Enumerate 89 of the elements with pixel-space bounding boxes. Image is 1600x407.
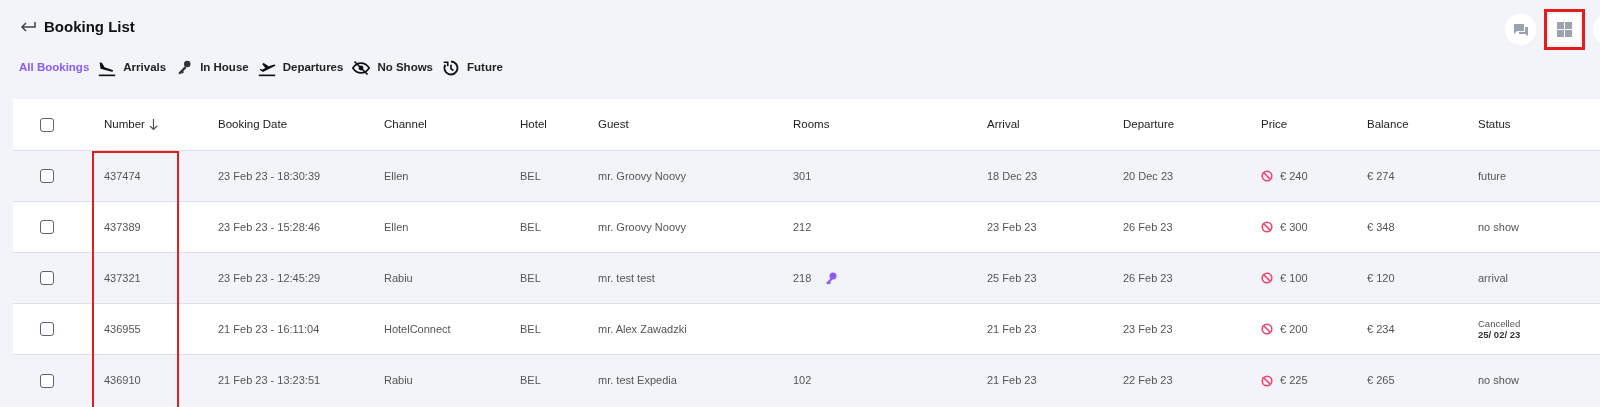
filter-tab[interactable]: No Shows bbox=[351, 59, 433, 77]
table-cell: 23 Feb 23 - 15:28:46 bbox=[218, 220, 321, 233]
column-header[interactable]: Guest bbox=[598, 115, 629, 134]
filter-tab[interactable]: Arrivals bbox=[97, 59, 167, 77]
status-date: 25/ 02/ 23 bbox=[1478, 329, 1522, 340]
table-cell: mr. Groovy Noovy bbox=[598, 169, 687, 182]
table-row[interactable]: 437321 23 Feb 23 - 12:45:29 Rabiu BEL mr. test test 218 25 Feb 23 26 Feb 23 € 100 € 120 arrival bbox=[13, 253, 1600, 304]
column-header[interactable]: Booking Date bbox=[218, 115, 288, 134]
checkbox[interactable] bbox=[40, 220, 54, 234]
column-header[interactable]: Arrival bbox=[987, 115, 1020, 134]
table-cell: 23 Feb 23 bbox=[987, 220, 1037, 233]
table-cell: Rabiu bbox=[384, 374, 413, 387]
eye-slash-icon bbox=[351, 59, 372, 77]
table-cell-text: € 100 bbox=[1280, 270, 1308, 286]
table-cell: BEL bbox=[520, 271, 541, 284]
page-title: Booking List bbox=[44, 17, 135, 37]
table-cell: € 274 bbox=[1367, 169, 1395, 182]
table-cell: mr. Alex Zawadzki bbox=[598, 322, 687, 335]
table-cell: € 348 bbox=[1367, 220, 1395, 233]
table-cell: € 265 bbox=[1367, 374, 1395, 387]
clock-icon bbox=[441, 59, 461, 77]
status-text: future bbox=[1478, 170, 1508, 182]
checkbox[interactable] bbox=[40, 271, 54, 285]
table-cell: mr. test Expedia bbox=[598, 374, 677, 387]
table-cell-text: € 240 bbox=[1280, 168, 1308, 184]
table-row[interactable]: 437474 23 Feb 23 - 18:30:39 Ellen BEL mr. Groovy Noovy 301 18 Dec 23 20 Dec 23 € 240 € 274 future bbox=[13, 151, 1600, 202]
filter-tab[interactable]: Departures bbox=[256, 59, 344, 77]
table-cell: mr. test test bbox=[598, 271, 655, 284]
table-cell: 26 Feb 23 bbox=[1123, 220, 1173, 233]
back-arrow-icon[interactable] bbox=[20, 21, 36, 34]
column-header[interactable]: Status bbox=[1478, 115, 1511, 134]
table-cell: 437389 bbox=[104, 220, 141, 233]
table-cell: 436910 bbox=[104, 374, 141, 387]
table-cell: Rabiu bbox=[384, 271, 413, 284]
table-cell-text: 212 bbox=[793, 219, 812, 235]
column-header[interactable]: Channel bbox=[384, 115, 427, 134]
table-cell: 20 Dec 23 bbox=[1123, 169, 1174, 182]
table-cell: 437474 bbox=[104, 169, 141, 182]
checkbox[interactable] bbox=[40, 373, 54, 388]
table-cell: BEL bbox=[520, 220, 541, 233]
table-cell: € 234 bbox=[1367, 322, 1395, 335]
table-cell: 21 Feb 23 bbox=[987, 374, 1037, 387]
column-header[interactable]: Departure bbox=[1123, 115, 1175, 134]
table-cell: BEL bbox=[520, 374, 541, 387]
status-text: Cancelled bbox=[1478, 318, 1522, 329]
table-cell-text: 301 bbox=[793, 168, 812, 184]
table-cell-text: € 225 bbox=[1280, 373, 1308, 389]
table-cell: BEL bbox=[520, 322, 541, 335]
column-header[interactable]: Hotel bbox=[520, 115, 547, 134]
status-text: no show bbox=[1478, 375, 1520, 386]
table-cell: € 120 bbox=[1367, 271, 1395, 284]
table-cell-text: 102 bbox=[793, 373, 812, 389]
table-cell-text: 218 bbox=[793, 270, 812, 286]
chat-icon bbox=[1512, 21, 1529, 38]
table-cell: 436955 bbox=[104, 322, 141, 335]
table-cell: Ellen bbox=[384, 169, 409, 182]
table-cell: 22 Feb 23 bbox=[1123, 374, 1173, 387]
checkbox[interactable] bbox=[40, 169, 54, 183]
table-cell: 21 Feb 23 - 16:11:04 bbox=[218, 322, 320, 335]
sort-arrow-icon[interactable] bbox=[148, 119, 158, 130]
table-cell: 23 Feb 23 bbox=[1123, 322, 1173, 335]
key-icon[interactable] bbox=[825, 271, 838, 285]
table-cell: 23 Feb 23 - 12:45:29 bbox=[218, 271, 321, 284]
filter-tab[interactable]: In House bbox=[174, 59, 249, 77]
filter-tab[interactable]: All Bookings bbox=[19, 59, 90, 77]
status-text: arrival bbox=[1478, 272, 1509, 284]
table-cell: 21 Feb 23 bbox=[987, 322, 1037, 335]
table-cell: 26 Feb 23 bbox=[1123, 271, 1173, 284]
checkbox[interactable] bbox=[40, 322, 54, 336]
table-cell: 18 Dec 23 bbox=[987, 169, 1038, 182]
table-row[interactable]: 436910 21 Feb 23 - 13:23:51 Rabiu BEL mr. test Expedia 102 21 Feb 23 22 Feb 23 € 225 € 265 no show bbox=[13, 355, 1600, 406]
table-cell-text: € 300 bbox=[1280, 219, 1308, 235]
table-cell-text: € 200 bbox=[1280, 321, 1308, 337]
column-header[interactable]: Balance bbox=[1367, 115, 1409, 134]
table-cell: Ellen bbox=[384, 220, 409, 233]
table-cell: HotelConnect bbox=[384, 322, 451, 335]
checkbox[interactable] bbox=[40, 117, 54, 132]
table-cell: 437321 bbox=[104, 271, 141, 284]
status-text: no show bbox=[1478, 221, 1520, 233]
grid-icon bbox=[1557, 22, 1572, 37]
filter-tab[interactable]: Future bbox=[441, 59, 503, 77]
table-cell: mr. Groovy Noovy bbox=[598, 220, 687, 233]
table-cell: 21 Feb 23 - 13:23:51 bbox=[218, 374, 321, 387]
table-cell: 23 Feb 23 - 18:30:39 bbox=[218, 169, 321, 182]
column-header[interactable]: Price bbox=[1261, 115, 1288, 134]
column-header[interactable]: Rooms bbox=[793, 115, 830, 134]
table-cell: BEL bbox=[520, 169, 541, 182]
table-cell: 25 Feb 23 bbox=[987, 271, 1037, 284]
column-header[interactable]: Number bbox=[104, 115, 145, 134]
